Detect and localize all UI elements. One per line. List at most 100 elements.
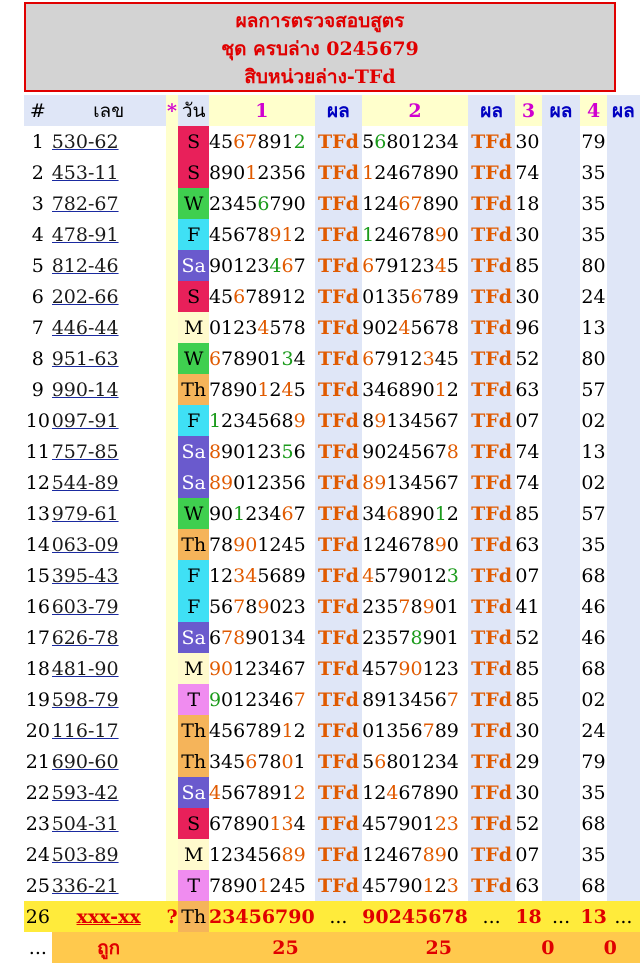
number-link[interactable]: 757-85 bbox=[52, 441, 119, 463]
row-number-link[interactable]: 097-91 bbox=[51, 405, 166, 436]
number-link[interactable]: 336-21 bbox=[52, 875, 119, 897]
row-set-3: 30 bbox=[515, 281, 542, 312]
row-day-badge: W bbox=[178, 498, 209, 529]
row-number-link[interactable]: 395-43 bbox=[51, 560, 166, 591]
row-result-1: TFd bbox=[314, 498, 363, 529]
set-1-digit: 9 bbox=[208, 688, 222, 711]
row-number-link[interactable]: 979-61 bbox=[51, 498, 166, 529]
row-number-link[interactable]: 782-67 bbox=[51, 188, 166, 219]
row-set-2: 12467890 bbox=[362, 219, 468, 250]
number-link[interactable]: 979-61 bbox=[52, 503, 119, 525]
row-mark bbox=[165, 870, 179, 901]
set-1-digit: 5 bbox=[221, 719, 234, 742]
row-number-link[interactable]: 446-44 bbox=[51, 312, 166, 343]
number-link[interactable]: 097-91 bbox=[52, 410, 119, 432]
set-2-digit: 3 bbox=[446, 812, 459, 835]
row-number-link[interactable]: 603-79 bbox=[51, 591, 166, 622]
row-result-1: TFd bbox=[314, 126, 363, 157]
set-1-digit: 3 bbox=[269, 471, 282, 494]
row-result-1: TFd bbox=[314, 374, 363, 405]
number-link[interactable]: 603-79 bbox=[52, 596, 119, 618]
row-set-3: 30 bbox=[515, 777, 542, 808]
row-mark bbox=[165, 281, 179, 312]
row-number-link[interactable]: 530-62 bbox=[51, 126, 166, 157]
row-number-link[interactable]: 757-85 bbox=[51, 436, 166, 467]
number-link[interactable]: 202-66 bbox=[52, 286, 119, 308]
number-link[interactable]: 593-42 bbox=[52, 782, 119, 804]
number-link[interactable]: 478-91 bbox=[52, 224, 119, 246]
number-link[interactable]: 690-60 bbox=[52, 751, 119, 773]
number-link[interactable]: 446-44 bbox=[52, 317, 119, 339]
row-number-link[interactable]: 690-60 bbox=[51, 746, 166, 777]
row-number-link[interactable]: 593-42 bbox=[51, 777, 166, 808]
row-set-1: 45678912 bbox=[208, 777, 315, 808]
row-number-link[interactable]: 598-79 bbox=[51, 684, 166, 715]
set-1-digit: 9 bbox=[269, 130, 282, 153]
col-header-set-4: 4 bbox=[580, 95, 607, 126]
row-set-1: 67890134 bbox=[208, 808, 315, 839]
row-number-link[interactable]: 481-90 bbox=[51, 653, 166, 684]
pending-link[interactable]: xxx-xx bbox=[77, 906, 141, 928]
set-1-digit: 5 bbox=[293, 874, 306, 897]
number-link[interactable]: 598-79 bbox=[52, 689, 119, 711]
number-link[interactable]: 395-43 bbox=[52, 565, 119, 587]
pending-result-3: ... bbox=[541, 901, 581, 932]
number-link[interactable]: 481-90 bbox=[52, 658, 119, 680]
row-number-link[interactable]: 202-66 bbox=[51, 281, 166, 312]
set-2-digit: 0 bbox=[446, 223, 459, 246]
set-2-digit: 7 bbox=[386, 657, 399, 680]
number-link[interactable]: 812-46 bbox=[52, 255, 119, 277]
row-number-link[interactable]: 478-91 bbox=[51, 219, 166, 250]
set-2-digit: 9 bbox=[422, 626, 435, 649]
set-2-digit: 7 bbox=[386, 812, 399, 835]
set-2-digit: 7 bbox=[434, 316, 447, 339]
row-result-2: TFd bbox=[467, 560, 516, 591]
number-link[interactable]: 063-09 bbox=[52, 534, 119, 556]
set-2-digit: 2 bbox=[374, 843, 387, 866]
row-number-link[interactable]: 990-14 bbox=[51, 374, 166, 405]
row-number-link[interactable]: 504-31 bbox=[51, 808, 166, 839]
number-link[interactable]: 782-67 bbox=[52, 193, 119, 215]
row-result-3 bbox=[541, 560, 581, 591]
set-1-digit: 4 bbox=[245, 409, 258, 432]
row-number-link[interactable]: 503-89 bbox=[51, 839, 166, 870]
number-link[interactable]: 544-89 bbox=[52, 472, 119, 494]
number-link[interactable]: 951-63 bbox=[52, 348, 119, 370]
row-result-3 bbox=[541, 746, 581, 777]
row-number-link[interactable]: 453-11 bbox=[51, 157, 166, 188]
set-1-digit: 3 bbox=[281, 347, 294, 370]
row-index: 6 bbox=[24, 281, 52, 312]
row-result-2: TFd bbox=[467, 405, 516, 436]
row-set-4: 35 bbox=[580, 529, 607, 560]
set-1-digit: 2 bbox=[293, 781, 306, 804]
set-1-digit: 3 bbox=[293, 595, 306, 618]
row-number-link[interactable]: 063-09 bbox=[51, 529, 166, 560]
number-link[interactable]: 626-78 bbox=[52, 627, 119, 649]
row-set-1: 90123467 bbox=[208, 684, 315, 715]
number-link[interactable]: 116-17 bbox=[52, 720, 119, 742]
set-2-digit: 7 bbox=[446, 471, 459, 494]
row-number-link[interactable]: 336-21 bbox=[51, 870, 166, 901]
set-1-digit: 8 bbox=[221, 378, 234, 401]
row-number-link[interactable]: 626-78 bbox=[51, 622, 166, 653]
row-number-link[interactable]: 116-17 bbox=[51, 715, 166, 746]
set-1-digit: 3 bbox=[233, 564, 246, 587]
row-number-link[interactable]: 812-46 bbox=[51, 250, 166, 281]
row-number-link[interactable]: 544-89 bbox=[51, 467, 166, 498]
set-2-digit: 3 bbox=[374, 626, 387, 649]
number-link[interactable]: 503-89 bbox=[52, 844, 119, 866]
row-number-link[interactable]: 951-63 bbox=[51, 343, 166, 374]
number-link[interactable]: 530-62 bbox=[52, 131, 119, 153]
row-result-1: TFd bbox=[314, 312, 363, 343]
number-link[interactable]: 990-14 bbox=[52, 379, 119, 401]
row-set-1: 67890134 bbox=[208, 622, 315, 653]
row-set-1: 78901245 bbox=[208, 374, 315, 405]
row-set-3: 29 bbox=[515, 746, 542, 777]
pending-number-link[interactable]: xxx-xx bbox=[51, 901, 166, 932]
set-2-digit: 9 bbox=[434, 161, 447, 184]
number-link[interactable]: 453-11 bbox=[52, 162, 119, 184]
set-1-digit: 1 bbox=[233, 254, 246, 277]
row-set-3: 07 bbox=[515, 560, 542, 591]
number-link[interactable]: 504-31 bbox=[52, 813, 119, 835]
row-set-3: 07 bbox=[515, 405, 542, 436]
